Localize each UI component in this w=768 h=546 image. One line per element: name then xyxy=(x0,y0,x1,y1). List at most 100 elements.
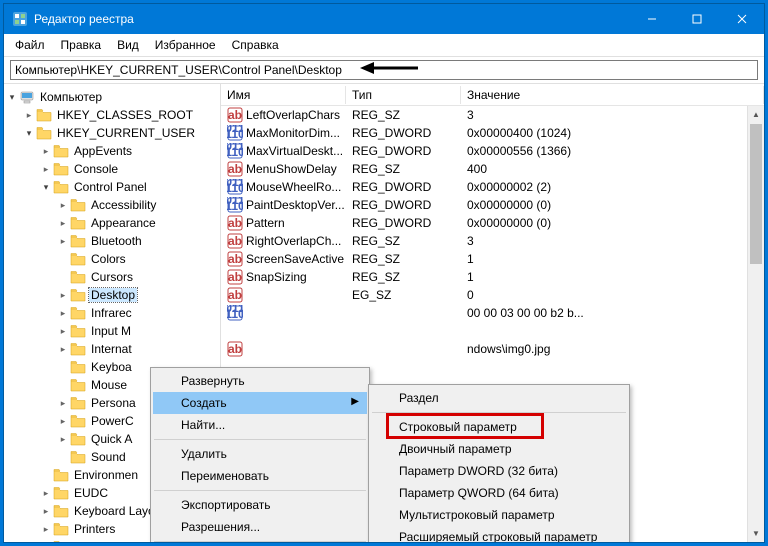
folder-icon xyxy=(70,342,86,356)
list-row[interactable]: EG_SZ0 xyxy=(221,286,764,304)
menu-справка[interactable]: Справка xyxy=(225,36,286,54)
cell-value: 400 xyxy=(461,162,764,176)
string-value-icon xyxy=(227,107,243,123)
menu-item[interactable]: Разрешения... xyxy=(153,516,367,538)
list-row[interactable]: MouseWheelRo...REG_DWORD0x00000002 (2) xyxy=(221,178,764,196)
folder-icon xyxy=(70,288,86,302)
tree-item[interactable]: ▸Input M xyxy=(4,322,220,340)
folder-icon xyxy=(53,522,69,536)
maximize-button[interactable] xyxy=(674,4,719,34)
tree-root[interactable]: ▾Компьютер xyxy=(4,88,220,106)
menu-item[interactable]: Экспортировать xyxy=(153,494,367,516)
scroll-up-arrow[interactable]: ▲ xyxy=(748,106,764,123)
menu-item[interactable]: Двоичный параметр xyxy=(371,438,627,460)
tree-label: Desktop xyxy=(89,288,137,302)
folder-icon xyxy=(70,324,86,338)
address-input[interactable] xyxy=(10,60,758,80)
menu-item[interactable]: Переименовать xyxy=(153,465,367,487)
folder-icon xyxy=(36,126,52,140)
tree-label: Internat xyxy=(89,342,134,356)
window-title: Редактор реестра xyxy=(34,12,629,26)
tree-item[interactable]: ▸Internat xyxy=(4,340,220,358)
cell-name xyxy=(221,341,346,357)
cell-value: 00 00 03 00 00 b2 b... xyxy=(461,306,764,320)
list-row[interactable] xyxy=(221,322,764,340)
minimize-button[interactable] xyxy=(629,4,674,34)
menu-item[interactable]: Найти... xyxy=(153,414,367,436)
menu-избранное[interactable]: Избранное xyxy=(148,36,223,54)
folder-icon xyxy=(70,414,86,428)
list-row[interactable]: MaxVirtualDeskt...REG_DWORD0x00000556 (1… xyxy=(221,142,764,160)
context-menu-create-submenu: Раздел Строковый параметрДвоичный парамет… xyxy=(368,384,630,542)
menu-item[interactable]: Строковый параметр xyxy=(371,416,627,438)
list-row[interactable]: LeftOverlapCharsREG_SZ3 xyxy=(221,106,764,124)
menu-item[interactable]: Удалить xyxy=(153,443,367,465)
cell-name xyxy=(221,287,346,303)
list-row[interactable]: SnapSizingREG_SZ1 xyxy=(221,268,764,286)
menu-item[interactable]: Параметр QWORD (64 бита) xyxy=(371,482,627,504)
cell-name xyxy=(221,323,346,339)
list-row[interactable]: RightOverlapCh...REG_SZ3 xyxy=(221,232,764,250)
titlebar[interactable]: Редактор реестра xyxy=(4,4,764,34)
folder-icon xyxy=(53,468,69,482)
tree-item[interactable]: ▸Console xyxy=(4,160,220,178)
tree-item[interactable]: ▸Desktop xyxy=(4,286,220,304)
tree-item[interactable]: ▸Appearance xyxy=(4,214,220,232)
tree-item[interactable]: ▸Bluetooth xyxy=(4,232,220,250)
list-row[interactable]: PaintDesktopVer...REG_DWORD0x00000000 (0… xyxy=(221,196,764,214)
tree-label: Mouse xyxy=(89,378,129,392)
tree-label: EUDC xyxy=(72,486,110,500)
cell-type: REG_DWORD xyxy=(346,180,461,194)
menu-вид[interactable]: Вид xyxy=(110,36,146,54)
cell-name: MaxMonitorDim... xyxy=(221,125,346,141)
menu-item[interactable]: Создать▶ xyxy=(153,392,367,414)
tree-item[interactable]: ▸Infrarec xyxy=(4,304,220,322)
menu-item[interactable]: Раздел xyxy=(371,387,627,409)
close-button[interactable] xyxy=(719,4,764,34)
vertical-scrollbar[interactable]: ▲ ▼ xyxy=(747,106,764,542)
string-value-icon xyxy=(227,251,243,267)
cell-name: PaintDesktopVer... xyxy=(221,197,346,213)
folder-icon xyxy=(70,432,86,446)
folder-icon xyxy=(53,540,69,542)
cell-value: 0x00000000 (0) xyxy=(461,198,764,212)
cell-name: Pattern xyxy=(221,215,346,231)
col-header-value[interactable]: Значение xyxy=(461,86,764,104)
dword-value-icon xyxy=(227,197,243,213)
string-value-icon xyxy=(227,215,243,231)
scroll-thumb[interactable] xyxy=(750,124,762,264)
list-row[interactable]: 00 00 03 00 00 b2 b... xyxy=(221,304,764,322)
cell-value: 3 xyxy=(461,234,764,248)
cell-type: REG_DWORD xyxy=(346,144,461,158)
tree-item[interactable]: ▾HKEY_CURRENT_USER xyxy=(4,124,220,142)
scroll-down-arrow[interactable]: ▼ xyxy=(748,525,764,542)
tree-item[interactable]: ▾Control Panel xyxy=(4,178,220,196)
menu-item[interactable]: Параметр DWORD (32 бита) xyxy=(371,460,627,482)
cell-type: REG_DWORD xyxy=(346,198,461,212)
menu-item[interactable]: Развернуть xyxy=(153,370,367,392)
list-row[interactable]: MenuShowDelayREG_SZ400 xyxy=(221,160,764,178)
menu-item[interactable]: Мультистроковый параметр xyxy=(371,504,627,526)
tree-item[interactable]: ▸HKEY_CLASSES_ROOT xyxy=(4,106,220,124)
list-row[interactable]: MaxMonitorDim...REG_DWORD0x00000400 (102… xyxy=(221,124,764,142)
col-header-type[interactable]: Тип xyxy=(346,86,461,104)
cell-type: REG_DWORD xyxy=(346,126,461,140)
tree-item[interactable]: Cursors xyxy=(4,268,220,286)
menu-item[interactable]: Расширяемый строковый параметр xyxy=(371,526,627,542)
tree-label: Sound xyxy=(89,450,128,464)
string-value-icon xyxy=(227,161,243,177)
tree-label: Persona xyxy=(89,396,138,410)
tree-item[interactable]: Colors xyxy=(4,250,220,268)
folder-icon xyxy=(53,180,69,194)
menu-правка[interactable]: Правка xyxy=(54,36,109,54)
list-row[interactable]: ScreenSaveActiveREG_SZ1 xyxy=(221,250,764,268)
cell-value: 0x00000000 (0) xyxy=(461,216,764,230)
list-row[interactable]: ndows\img0.jpg xyxy=(221,340,764,358)
tree-label: Printers xyxy=(72,522,117,536)
menu-файл[interactable]: Файл xyxy=(8,36,52,54)
col-header-name[interactable]: Имя xyxy=(221,86,346,104)
context-menu-main: РазвернутьСоздать▶Найти... УдалитьПереиме… xyxy=(150,367,370,542)
list-row[interactable]: PatternREG_DWORD0x00000000 (0) xyxy=(221,214,764,232)
tree-item[interactable]: ▸Accessibility xyxy=(4,196,220,214)
tree-item[interactable]: ▸AppEvents xyxy=(4,142,220,160)
